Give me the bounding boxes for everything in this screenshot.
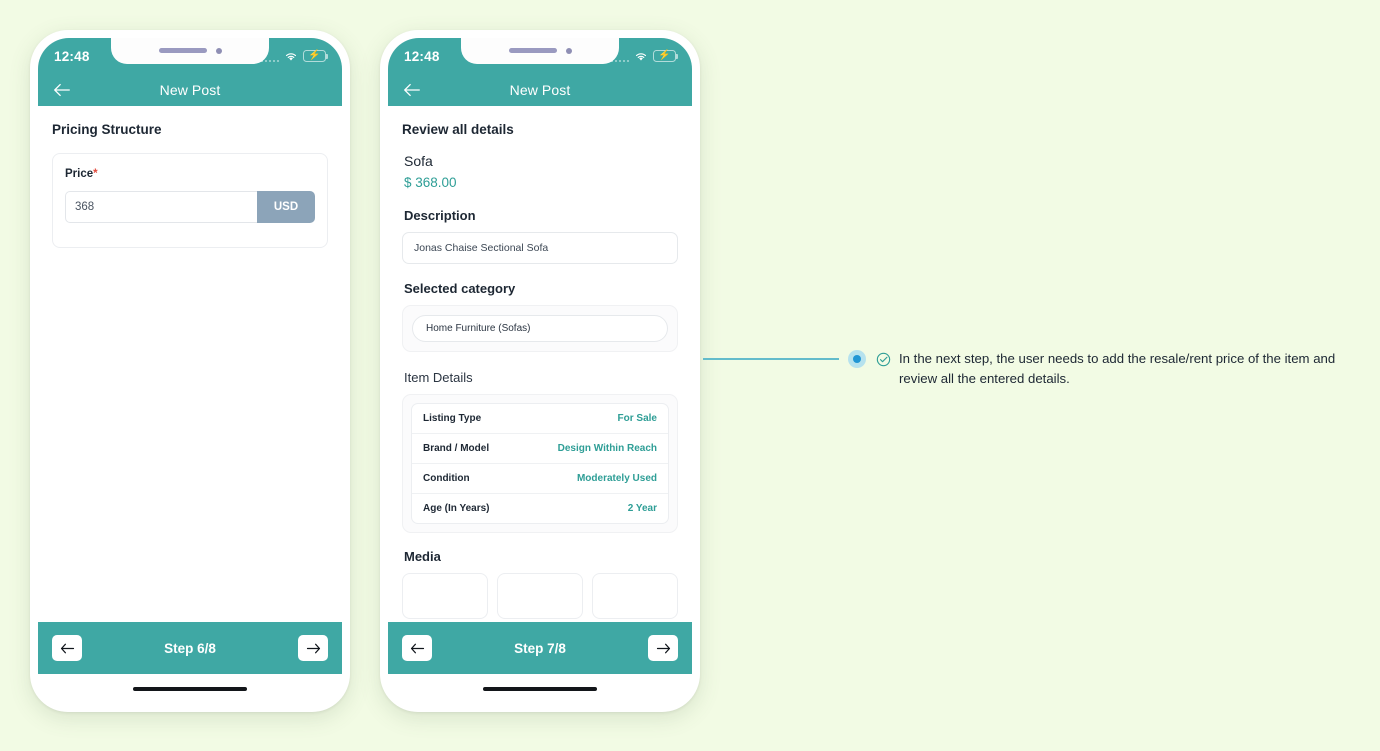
- detail-key: Age (In Years): [423, 503, 490, 514]
- phone-mockup-2: 12:48 ⚡ New Post Review all details Sofa…: [380, 30, 700, 712]
- table-row: Brand / Model Design Within Reach: [412, 434, 668, 464]
- status-clock: 12:48: [404, 48, 440, 64]
- media-thumbnail[interactable]: [497, 573, 583, 619]
- next-step-button[interactable]: [298, 635, 328, 661]
- pricing-screen-body: Pricing Structure Price* USD: [38, 106, 342, 622]
- phone-mockup-1: 12:48 ⚡ New Post Pricing Structure Price…: [30, 30, 350, 712]
- page-title: Pricing Structure: [52, 122, 162, 137]
- item-details-card: Listing Type For Sale Brand / Model Desi…: [402, 394, 678, 533]
- media-thumbnail[interactable]: [592, 573, 678, 619]
- price-card: Price* USD: [52, 153, 328, 248]
- wizard-footer: Step 7/8: [388, 622, 692, 674]
- status-indicators: ⚡: [260, 50, 329, 62]
- home-indicator[interactable]: [133, 687, 247, 691]
- item-details-table: Listing Type For Sale Brand / Model Desi…: [411, 403, 669, 524]
- bullet-dot-icon: [848, 350, 866, 368]
- signal-dots-icon: [610, 53, 629, 62]
- detail-value: Design Within Reach: [557, 443, 657, 454]
- item-name: Sofa: [404, 153, 433, 169]
- app-header: New Post: [38, 74, 342, 106]
- app-header: New Post: [388, 74, 692, 106]
- arrow-right-icon: [656, 643, 670, 653]
- category-pill[interactable]: Home Furniture (Sofas): [412, 315, 668, 342]
- status-indicators: ⚡: [610, 50, 679, 62]
- selected-category-card: Home Furniture (Sofas): [402, 305, 678, 352]
- description-value[interactable]: Jonas Chaise Sectional Sofa: [402, 232, 678, 264]
- item-price: $ 368.00: [404, 175, 457, 190]
- price-label: Price*: [65, 168, 315, 180]
- detail-value: Moderately Used: [576, 473, 657, 484]
- home-indicator-area: [388, 674, 692, 704]
- app-title: New Post: [159, 82, 221, 98]
- next-step-button[interactable]: [648, 635, 678, 661]
- currency-button[interactable]: USD: [257, 191, 315, 223]
- screenshot-stage: 12:48 ⚡ New Post Pricing Structure Price…: [0, 0, 1380, 751]
- home-indicator[interactable]: [483, 687, 597, 691]
- earpiece-speaker: [158, 48, 207, 53]
- status-bar: 12:48 ⚡: [388, 38, 692, 74]
- required-marker: *: [93, 168, 98, 180]
- description-heading: Description: [404, 208, 476, 223]
- detail-key: Brand / Model: [423, 443, 490, 454]
- front-camera-icon: [565, 47, 572, 54]
- battery-charging-icon: ⚡: [653, 50, 679, 62]
- review-screen-body: Review all details Sofa $ 368.00 Descrip…: [388, 106, 692, 622]
- item-details-heading: Item Details: [404, 370, 473, 385]
- check-circle-icon: [876, 352, 891, 367]
- phone-1-screen: 12:48 ⚡ New Post Pricing Structure Price…: [38, 38, 342, 704]
- signal-dots-icon: [260, 53, 279, 62]
- phone-notch: [111, 38, 269, 64]
- arrow-right-icon: [306, 643, 320, 653]
- step-indicator: Step 7/8: [514, 640, 566, 656]
- previous-step-button[interactable]: [402, 635, 432, 661]
- media-heading: Media: [404, 549, 441, 564]
- detail-key: Condition: [423, 473, 470, 484]
- previous-step-button[interactable]: [52, 635, 82, 661]
- front-camera-icon: [215, 47, 222, 54]
- home-indicator-area: [38, 674, 342, 704]
- price-input-row: USD: [65, 191, 315, 223]
- earpiece-speaker: [508, 48, 557, 53]
- annotation-callout: In the next step, the user needs to add …: [876, 349, 1356, 389]
- page-title: Review all details: [402, 122, 514, 137]
- wizard-footer: Step 6/8: [38, 622, 342, 674]
- media-thumbnail-strip: [402, 573, 678, 619]
- detail-value: 2 Year: [627, 503, 657, 514]
- app-title: New Post: [509, 82, 571, 98]
- phone-2-screen: 12:48 ⚡ New Post Review all details Sofa…: [388, 38, 692, 704]
- step-indicator: Step 6/8: [164, 640, 216, 656]
- phone-notch: [461, 38, 619, 64]
- detail-key: Listing Type: [423, 413, 482, 424]
- wifi-icon: [285, 53, 297, 61]
- battery-charging-icon: ⚡: [303, 50, 329, 62]
- annotation-connector-line: [703, 358, 839, 360]
- status-clock: 12:48: [54, 48, 90, 64]
- arrow-left-icon: [60, 643, 74, 653]
- status-bar: 12:48 ⚡: [38, 38, 342, 74]
- table-row: Listing Type For Sale: [412, 404, 668, 434]
- price-label-text: Price: [65, 168, 94, 180]
- table-row: Condition Moderately Used: [412, 464, 668, 494]
- arrow-left-icon: [410, 643, 424, 653]
- media-thumbnail[interactable]: [402, 573, 488, 619]
- detail-value: For Sale: [617, 413, 657, 424]
- table-row: Age (In Years) 2 Year: [412, 494, 668, 523]
- selected-category-heading: Selected category: [404, 281, 516, 296]
- annotation-text: In the next step, the user needs to add …: [899, 351, 1336, 386]
- price-input[interactable]: [65, 191, 257, 223]
- wifi-icon: [635, 53, 647, 61]
